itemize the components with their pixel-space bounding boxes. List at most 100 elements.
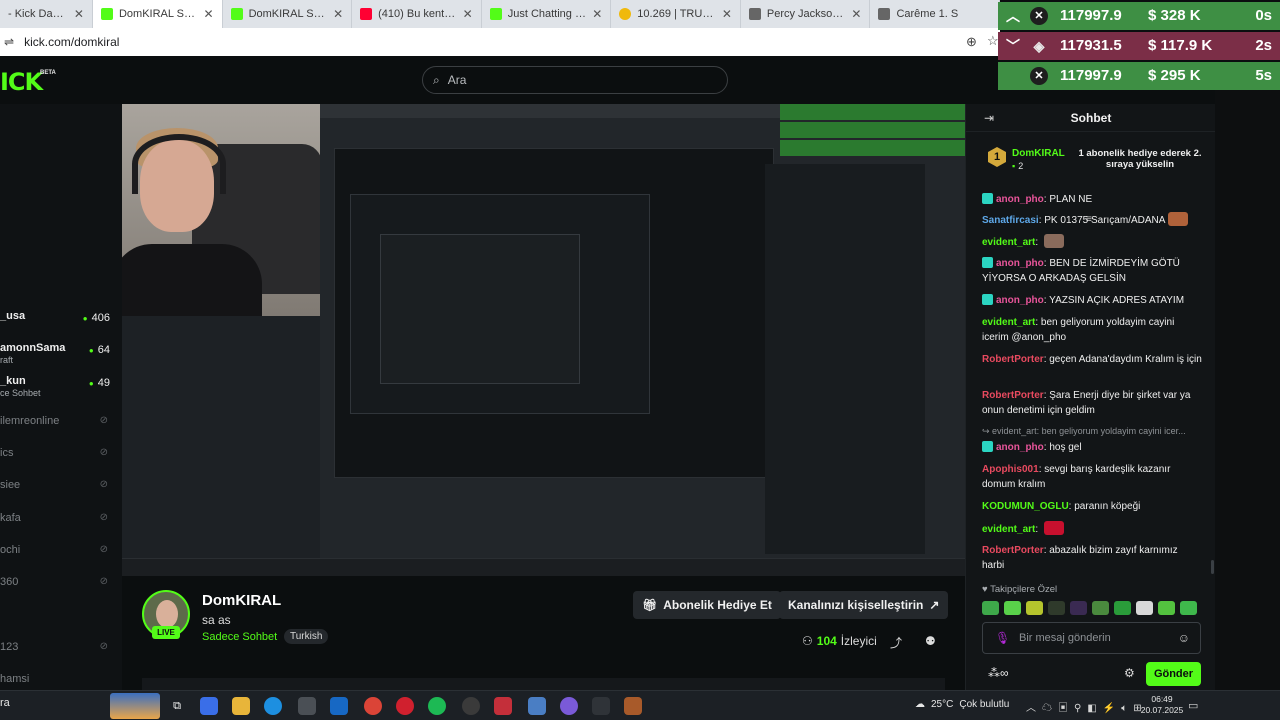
opera-icon[interactable]	[396, 697, 414, 715]
weather-widget[interactable]: ☁ 25°C Çok bulutlu	[915, 699, 1009, 710]
app-icon[interactable]	[528, 697, 546, 715]
chat-username[interactable]: Apophis001	[982, 464, 1039, 475]
browser-tab[interactable]: 10.269 | TRUMPUSDT USD ✕	[611, 0, 741, 28]
emote-icon[interactable]	[1048, 601, 1065, 615]
price-age: 2s	[1255, 37, 1272, 54]
streamer-name[interactable]: DomKIRAL	[202, 592, 281, 609]
close-tab-icon[interactable]: ✕	[333, 7, 343, 21]
sidebar-offline-channel[interactable]: ochi ⊘	[0, 544, 122, 556]
gift-button-label: Abonelik Hediye Et	[663, 598, 772, 612]
send-button[interactable]: Gönder	[1146, 662, 1201, 686]
app-icon[interactable]	[494, 697, 512, 715]
sidebar-live-channel[interactable]: amonnSama raft 64	[0, 342, 122, 368]
close-tab-icon[interactable]: ✕	[592, 7, 602, 21]
browser-tab[interactable]: - Kick Dashboard ✕	[0, 0, 93, 28]
sidebar-offline-channel[interactable]: ics ⊘	[0, 447, 122, 459]
video-player[interactable]	[122, 104, 965, 576]
gift-subscription-button[interactable]: 🎁︎ Abonelik Hediye Et	[633, 591, 781, 619]
close-tab-icon[interactable]: ✕	[722, 7, 732, 21]
spotify-icon[interactable]	[428, 697, 446, 715]
taskbar-search[interactable]: ra	[0, 697, 10, 709]
chat-username[interactable]: anon_pho	[996, 442, 1044, 453]
emote-icon[interactable]	[1114, 601, 1131, 615]
app-icon[interactable]	[592, 697, 610, 715]
chat-username[interactable]: RobertPorter	[982, 545, 1044, 556]
sidebar-offline-channel[interactable]: ilemreonline ⊘	[0, 415, 122, 427]
emote-icon[interactable]	[1004, 601, 1021, 615]
customize-channel-button[interactable]: Kanalınızı kişiselleştirin ↗	[779, 591, 949, 619]
bookmark-star-icon[interactable]: ☆	[987, 33, 999, 49]
close-tab-icon[interactable]: ✕	[463, 7, 473, 21]
copilot-icon[interactable]	[200, 697, 218, 715]
emote-icon[interactable]	[1092, 601, 1109, 615]
discord-icon[interactable]	[560, 697, 578, 715]
chat-username[interactable]: RobertPorter	[982, 354, 1044, 365]
sidebar-offline-channel[interactable]: 123 ⊘	[0, 641, 122, 653]
browser-tab-active[interactable]: DomKIRAL Stream - Watc ✕	[92, 0, 223, 28]
chat-username[interactable]: anon_pho	[996, 295, 1044, 306]
sidebar-offline-channel[interactable]: siee ⊘	[0, 479, 122, 491]
chat-username[interactable]: anon_pho	[996, 258, 1044, 269]
leader-name[interactable]: DomKIRAL	[1012, 148, 1065, 159]
chat-username[interactable]: evident_art	[982, 317, 1035, 328]
zoom-icon[interactable]: ⊕	[966, 34, 977, 50]
search-highlight-image[interactable]	[110, 693, 160, 719]
file-explorer-icon[interactable]	[232, 697, 250, 715]
outlook-icon[interactable]	[330, 697, 348, 715]
emote-icon[interactable]	[982, 601, 999, 615]
reply-preview[interactable]: ↪ evident_art: ben geliyorum yoldayim ca…	[982, 426, 1202, 437]
url-text[interactable]: kick.com/domkiral	[24, 35, 119, 49]
chat-username[interactable]: evident_art	[982, 524, 1035, 535]
browser-tab[interactable]: Just Chatting Streaming ✕	[482, 0, 612, 28]
emote-icon[interactable]	[1136, 601, 1153, 615]
search-input[interactable]: ⌕ Ara	[422, 66, 728, 94]
browser-tab[interactable]: DomKIRAL Stream - Watc ✕	[223, 0, 353, 28]
chat-username[interactable]: anon_pho	[996, 194, 1044, 205]
emote-icon[interactable]	[1026, 601, 1043, 615]
app-icon[interactable]	[624, 697, 642, 715]
chat-username[interactable]: Sanatfircasi	[982, 215, 1039, 226]
chat-scrollbar[interactable]	[1211, 560, 1214, 574]
emote-icon[interactable]	[1070, 601, 1087, 615]
chat-settings-gear-icon[interactable]: ⚙	[1124, 666, 1135, 680]
browser-tab[interactable]: Percy Jackson: Sea of Mo ✕	[741, 0, 871, 28]
sidebar-live-channel[interactable]: _usa 406	[0, 310, 122, 336]
chat-input[interactable]: 🎙︎ Bir mesaj gönderin ☺	[982, 622, 1201, 654]
emote-icon[interactable]	[1158, 601, 1175, 615]
microphone-icon[interactable]: 🎙︎	[995, 631, 1010, 645]
edge-icon[interactable]	[264, 697, 282, 715]
user-menu-icon[interactable]: ⚉	[925, 634, 936, 648]
language-tag[interactable]: Turkish	[284, 629, 329, 644]
leader-count: 2	[1012, 161, 1023, 171]
task-view-icon[interactable]: ⧉	[168, 697, 186, 715]
clock[interactable]: 06:49 20.07.2025	[1140, 694, 1184, 716]
close-tab-icon[interactable]: ✕	[851, 7, 861, 21]
chat-username[interactable]: KODUMUN_OGLU	[982, 501, 1069, 512]
channel-points-icon[interactable]: ⁂∞	[988, 666, 1009, 680]
sidebar-live-channel[interactable]: _kun ce Sohbet 49	[0, 375, 122, 401]
close-tab-icon[interactable]: ✕	[74, 7, 84, 21]
address-bar[interactable]: ⇌ kick.com/domkiral ⊕ ☆	[0, 28, 1000, 56]
sidebar-offline-channel[interactable]: kafa ⊘	[0, 512, 122, 524]
site-info-icon[interactable]: ⇌	[4, 35, 14, 49]
chat-username[interactable]: evident_art	[982, 237, 1035, 248]
chrome-icon[interactable]	[364, 697, 382, 715]
store-icon[interactable]	[298, 697, 316, 715]
chat-username[interactable]: RobertPorter	[982, 390, 1044, 401]
stream-category[interactable]: Sadece Sohbet	[202, 631, 277, 643]
notification-icon[interactable]: ▭	[1188, 699, 1198, 712]
emoji-icon[interactable]: ☺	[1178, 631, 1190, 645]
temperature: 25°C	[931, 699, 954, 710]
kick-logo[interactable]: ICK	[0, 68, 43, 96]
close-tab-icon[interactable]: ✕	[204, 7, 214, 21]
channel-name: ochi	[0, 544, 21, 556]
leader-message: 1 abonelik hediye ederek 2. sıraya yükse…	[1078, 148, 1202, 170]
emote-icon[interactable]	[1180, 601, 1197, 615]
system-tray-icons[interactable]: ︿☁▣⚲◧⚡🔈︎⊞	[1026, 699, 1148, 714]
share-icon[interactable]: ⤴	[890, 634, 902, 651]
browser-tab[interactable]: Carême 1. S	[870, 0, 1001, 28]
sidebar-offline-channel[interactable]: 360 ⊘	[0, 576, 122, 588]
browser-tab[interactable]: (410) Bu kente yalnızlık ç ✕	[352, 0, 482, 28]
sidebar-offline-channel[interactable]: hamsi	[0, 673, 122, 685]
obs-icon[interactable]	[462, 697, 480, 715]
